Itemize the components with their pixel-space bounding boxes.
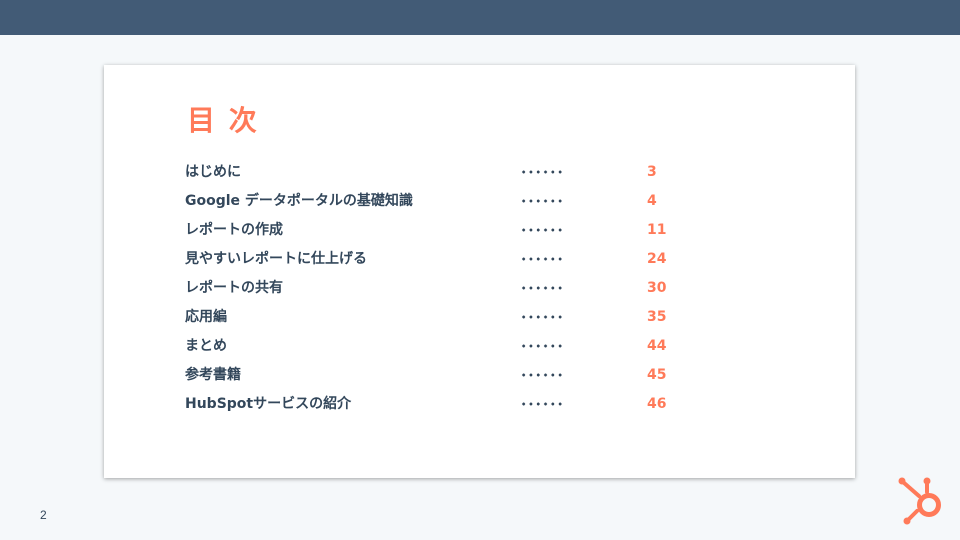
toc-item-page: 45	[647, 367, 667, 383]
toc-item-page: 44	[647, 338, 667, 354]
toc-item-label: HubSpotサービスの紹介	[185, 396, 352, 412]
toc-dot-leader	[520, 344, 564, 348]
toc-item[interactable]: 参考書籍 45	[185, 364, 666, 393]
toc-card: 目 次 はじめに 3 Google データポータルの基礎知識 4 レポートの作成…	[104, 65, 855, 478]
toc-item[interactable]: まとめ 44	[185, 335, 666, 364]
toc-item[interactable]: レポートの作成 11	[185, 219, 666, 248]
toc-item-label: レポートの作成	[185, 222, 283, 238]
toc-item[interactable]: はじめに 3	[185, 161, 657, 190]
toc-item-label: 参考書籍	[185, 367, 241, 383]
toc-item[interactable]: 応用編 35	[185, 306, 666, 335]
toc-dot-leader	[520, 373, 564, 377]
toc-item-label: 応用編	[185, 309, 227, 325]
toc-item-page: 46	[647, 396, 667, 412]
toc-dot-leader	[520, 402, 564, 406]
toc-item-page: 35	[647, 309, 667, 325]
toc-item-label: はじめに	[185, 164, 241, 180]
toc-item-page: 30	[647, 280, 667, 296]
toc-item-label: Google データポータルの基礎知識	[185, 193, 413, 209]
toc-item[interactable]: HubSpotサービスの紹介 46	[185, 393, 666, 422]
page-title: 目 次	[187, 104, 259, 137]
toc-item-page: 24	[647, 251, 667, 267]
toc-item-label: まとめ	[185, 338, 227, 354]
table-of-contents: はじめに 3 Google データポータルの基礎知識 4 レポートの作成 11 …	[185, 161, 666, 422]
toc-dot-leader	[520, 257, 564, 261]
page-number: 2	[40, 508, 47, 522]
toc-dot-leader	[520, 170, 564, 174]
toc-item[interactable]: レポートの共有 30	[185, 277, 666, 306]
toc-dot-leader	[520, 228, 564, 232]
toc-item-page: 3	[647, 164, 657, 180]
hubspot-sprocket-icon	[898, 477, 941, 525]
header-bar	[0, 0, 960, 35]
toc-item[interactable]: 見やすいレポートに仕上げる 24	[185, 248, 666, 277]
toc-item[interactable]: Google データポータルの基礎知識 4	[185, 190, 657, 219]
toc-item-label: 見やすいレポートに仕上げる	[185, 251, 367, 267]
toc-item-label: レポートの共有	[185, 280, 283, 296]
toc-dot-leader	[520, 199, 564, 203]
toc-item-page: 4	[647, 193, 657, 209]
toc-dot-leader	[520, 315, 564, 319]
toc-dot-leader	[520, 286, 564, 290]
toc-item-page: 11	[647, 222, 667, 238]
